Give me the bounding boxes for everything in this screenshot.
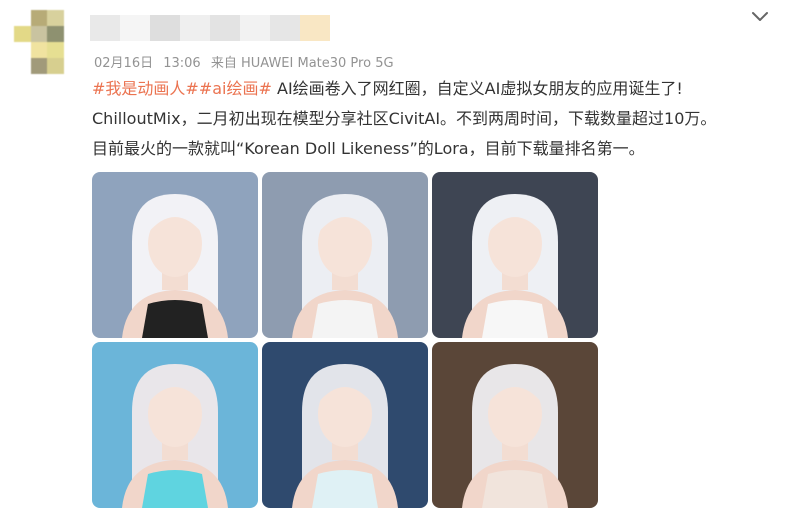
chevron-down-icon[interactable] bbox=[748, 6, 772, 26]
post-line-2: ChilloutMix，二月初出现在模型分享社区CivitAI。不到两周时间，下… bbox=[92, 109, 717, 128]
photo-thumbnail[interactable] bbox=[432, 172, 598, 338]
post-line-3: 目前最火的一款就叫“Korean Doll Likeness”的Lora，目前下… bbox=[92, 139, 645, 158]
avatar[interactable] bbox=[14, 10, 80, 74]
weibo-post: 02月16日 13:06 来自 HUAWEI Mate30 Pro 5G #我是… bbox=[0, 0, 787, 509]
photo-thumbnail[interactable] bbox=[262, 172, 428, 338]
post-time[interactable]: 13:06 bbox=[163, 56, 200, 71]
post-line-1: #我是动画人##ai绘画# AI绘画卷入了网红圈，自定义AI虚拟女朋友的应用诞生… bbox=[92, 74, 782, 104]
post-body: #我是动画人##ai绘画# AI绘画卷入了网红圈，自定义AI虚拟女朋友的应用诞生… bbox=[92, 74, 782, 164]
post-date[interactable]: 02月16日 bbox=[94, 56, 153, 71]
hashtag-link[interactable]: #ai绘画# bbox=[199, 79, 272, 98]
photo-thumbnail[interactable] bbox=[432, 342, 598, 508]
post-text: AI绘画卷入了网红圈，自定义AI虚拟女朋友的应用诞生了! bbox=[271, 79, 683, 98]
photo-thumbnail[interactable] bbox=[92, 342, 258, 508]
photo-thumbnail[interactable] bbox=[92, 172, 258, 338]
username-blurred[interactable] bbox=[90, 15, 330, 41]
post-source: 来自 HUAWEI Mate30 Pro 5G bbox=[210, 56, 394, 71]
photo-thumbnail[interactable] bbox=[262, 342, 428, 508]
photo-grid bbox=[92, 172, 598, 508]
hashtag-link[interactable]: #我是动画人# bbox=[92, 79, 199, 98]
post-meta: 02月16日 13:06 来自 HUAWEI Mate30 Pro 5G bbox=[94, 52, 400, 71]
